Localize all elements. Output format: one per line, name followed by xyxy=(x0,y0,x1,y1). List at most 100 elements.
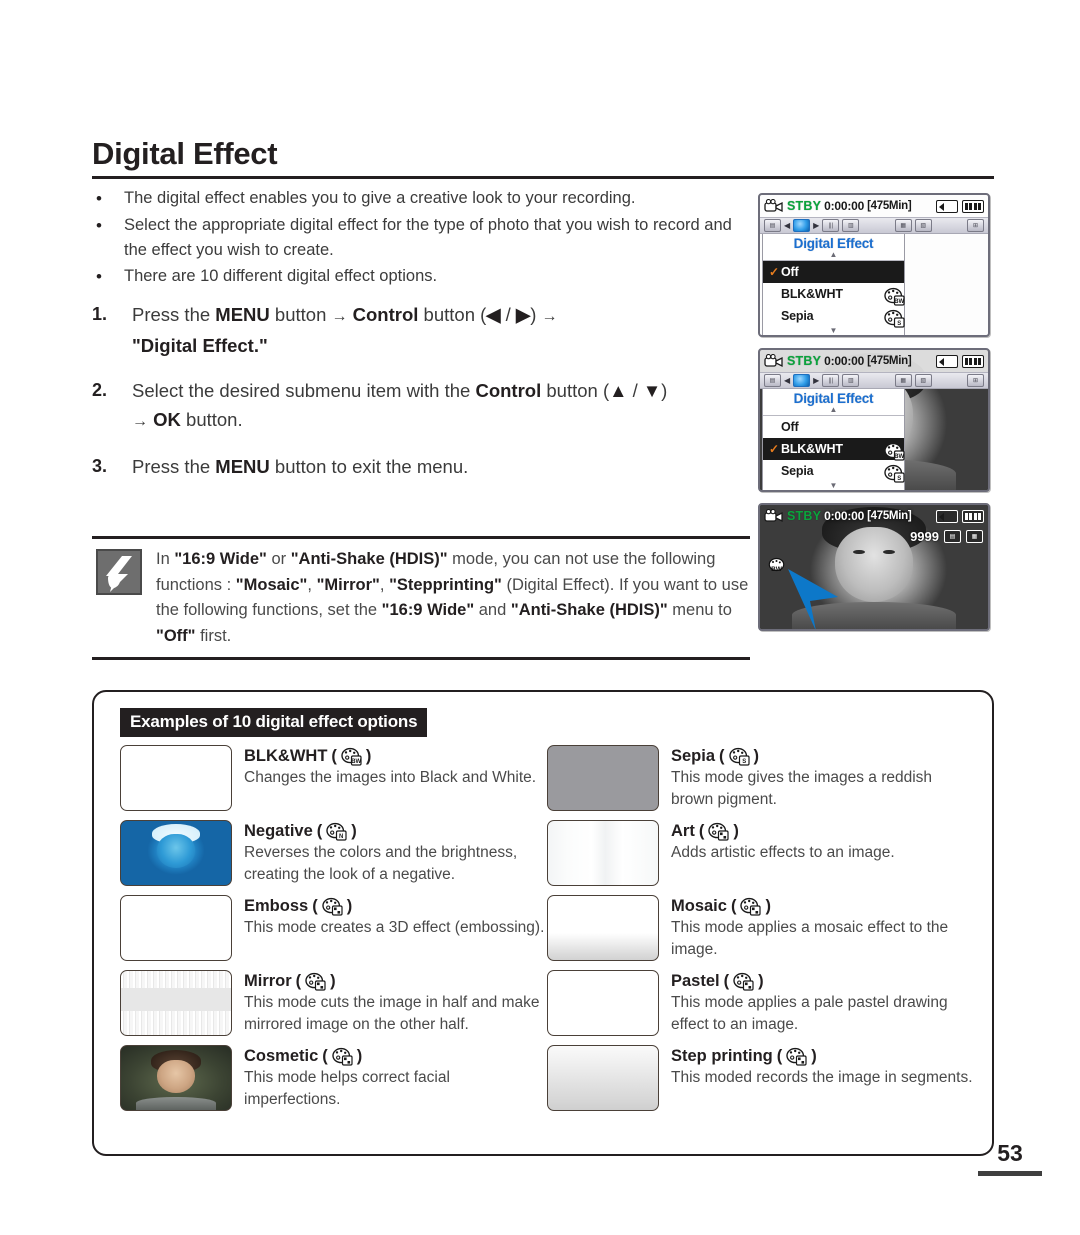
lcd-tab-bar[interactable]: ▤ ◀ ▶ ||| ▥ ▦ ▧ ⊞ xyxy=(760,217,988,234)
example-row: Step printing() This moded records the im… xyxy=(547,1045,974,1111)
remaining-time-label: [475Min] xyxy=(867,510,912,522)
battery-icon xyxy=(962,199,984,213)
palette-mirror-icon xyxy=(305,972,326,991)
example-name: Art() xyxy=(671,821,974,842)
examples-column-right: Sepia(S) This mode gives the images a red… xyxy=(547,745,974,1120)
palette-mosaic-icon xyxy=(740,897,762,916)
paren-open: ( xyxy=(295,972,302,990)
example-name-label: Art xyxy=(671,822,695,840)
example-text: BLK&WHT(BW) Changes the images into Black… xyxy=(244,745,547,811)
tab-icon-resolution[interactable]: ▦ xyxy=(894,219,912,232)
svg-text:BW: BW xyxy=(771,566,783,573)
paren-close: ) xyxy=(811,1047,817,1065)
bullet-text: There are 10 different digital effect op… xyxy=(124,267,438,285)
lcd-menu-off-selected: STBY 0:00:00 [475Min] ▤ ◀ ▶ ||| ▥ ▦ ▧ ⊞ … xyxy=(758,193,990,337)
paren-close: ) xyxy=(330,972,336,990)
example-description: This mode cuts the image in half and mak… xyxy=(244,994,540,1033)
paren-close: ) xyxy=(346,897,353,915)
battery-icon xyxy=(962,354,984,368)
tab-next-arrow-icon[interactable]: ▶ xyxy=(813,376,819,385)
tab-prev-arrow-icon[interactable]: ◀ xyxy=(784,376,790,385)
menu-item-list: Off ✓ BLK&WHT BW Sepia S xyxy=(763,416,905,483)
paren-open: ( xyxy=(723,972,730,990)
page-number-rule xyxy=(978,1171,1042,1176)
tab-icon-quality[interactable]: ▥ xyxy=(842,374,860,387)
lcd-tab-bar[interactable]: ▤ ◀ ▶ ||| ▥ ▦ ▧ ⊞ xyxy=(760,372,988,389)
tab-icon-hdis[interactable]: ▤ xyxy=(764,219,781,232)
menu-item-sepia[interactable]: Sepia S xyxy=(763,460,905,483)
example-text: Mosaic() This mode applies a mosaic effec… xyxy=(671,895,974,961)
remaining-time-label: [475Min] xyxy=(867,355,912,367)
example-text: Mirror() This mode cuts the image in half… xyxy=(244,970,547,1036)
menu-item-blk-wht[interactable]: ✓ BLK&WHT BW xyxy=(763,438,905,461)
tab-icon-digital-effect[interactable] xyxy=(793,219,811,232)
record-mode-label: STBY xyxy=(787,509,822,523)
example-name: Step printing() xyxy=(671,1046,974,1067)
step-text: Press the MENU button → Control button (… xyxy=(132,304,558,356)
lcd-exit-bar[interactable]: MENU Exit xyxy=(760,490,988,492)
scroll-up-indicator[interactable]: ▲ xyxy=(763,251,904,260)
menu-item-list: ✓ Off BLK&WHT BW Sepia S xyxy=(763,261,905,328)
tab-next-arrow-icon[interactable]: ▶ xyxy=(813,221,819,230)
bullet-marker: • xyxy=(96,189,102,208)
example-thumbnail xyxy=(547,820,659,886)
digital-effect-menu-panel: Digital Effect ▲ ✓ Off BLK&WHT BW Sepia S ▼ xyxy=(762,234,905,335)
menu-item-off[interactable]: ✓ Off xyxy=(763,261,904,283)
tab-icon-hdis[interactable]: ▤ xyxy=(764,374,781,387)
example-name-label: Mosaic xyxy=(671,897,727,915)
photo-size-icon: ▤ xyxy=(944,529,961,543)
scroll-up-indicator[interactable]: ▲ xyxy=(763,406,904,415)
svg-text:BW: BW xyxy=(894,454,904,460)
paren-close: ) xyxy=(733,822,739,840)
tab-icon-digital-effect[interactable] xyxy=(793,374,811,387)
example-description: Changes the images into Black and White. xyxy=(244,769,537,786)
paren-open: ( xyxy=(316,822,323,840)
intro-bullet: • Select the appropriate digital effect f… xyxy=(96,213,736,263)
bw-icon: BW xyxy=(884,287,905,306)
example-name-label: Pastel xyxy=(671,972,720,990)
example-description: Adds artistic effects to an image. xyxy=(671,844,895,861)
tab-prev-arrow-icon[interactable]: ◀ xyxy=(784,221,790,230)
example-text: Negative(N) Reverses the colors and the b… xyxy=(244,820,547,886)
sepia-icon: S xyxy=(884,464,905,483)
example-name: Cosmetic() xyxy=(244,1046,547,1067)
menu-item-blk-wht[interactable]: BLK&WHT BW xyxy=(763,283,905,306)
example-description: This mode applies a mosaic effect to the… xyxy=(671,919,949,958)
tab-icon-wind-cut[interactable]: ▧ xyxy=(914,374,932,387)
note-bottom-rule xyxy=(92,657,750,660)
example-row: Sepia(S) This mode gives the images a red… xyxy=(547,745,974,811)
example-row: Mirror() This mode cuts the image in half… xyxy=(120,970,547,1036)
palette-emboss-icon xyxy=(321,897,343,916)
paren-close: ) xyxy=(758,972,764,990)
menu-item-off[interactable]: Off xyxy=(763,416,904,438)
menu-item-label: Off xyxy=(781,265,799,279)
instruction-steps: 1. Press the MENU button → Control button… xyxy=(92,300,752,497)
instruction-step: 1. Press the MENU button → Control button… xyxy=(92,300,752,360)
step-number: 2. xyxy=(92,380,108,400)
bw-effect-badge-icon: BW xyxy=(768,557,785,574)
example-row: Art() Adds artistic effects to an image. xyxy=(547,820,974,886)
menu-item-sepia[interactable]: Sepia S xyxy=(763,305,905,328)
tab-icon-display[interactable]: ⊞ xyxy=(967,374,984,387)
paren-open: ( xyxy=(730,897,737,915)
tab-icon-wind-cut[interactable]: ▧ xyxy=(914,219,932,232)
paren-open: ( xyxy=(331,747,337,765)
examples-panel: Examples of 10 digital effect options BL… xyxy=(92,690,994,1156)
camcorder-icon xyxy=(764,508,784,523)
tab-icon-resolution[interactable]: ▦ xyxy=(894,374,912,387)
lcd-exit-bar[interactable]: MENU Exit xyxy=(760,335,988,337)
example-text: Sepia(S) This mode gives the images a red… xyxy=(671,745,974,811)
example-name: Pastel() xyxy=(671,971,974,992)
menu-panel-title: Digital Effect xyxy=(793,236,874,251)
tab-icon-exposure[interactable]: ||| xyxy=(822,374,840,387)
tab-icon-display[interactable]: ⊞ xyxy=(967,219,984,232)
paren-close: ) xyxy=(351,822,357,840)
page-number-block: 53 xyxy=(978,1140,1042,1176)
menu-panel-title: Digital Effect xyxy=(793,391,874,406)
example-name-label: Mirror xyxy=(244,972,292,990)
paren-open: ( xyxy=(719,747,725,765)
tab-icon-quality[interactable]: ▥ xyxy=(842,219,860,232)
svg-text:N: N xyxy=(339,834,343,840)
tab-icon-exposure[interactable]: ||| xyxy=(822,219,840,232)
instruction-step: 2. Select the desired submenu item with t… xyxy=(92,376,752,436)
